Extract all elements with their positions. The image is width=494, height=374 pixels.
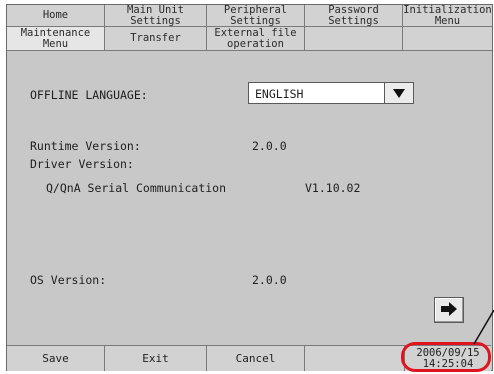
tab-password-settings[interactable]: Password Settings — [305, 3, 403, 27]
tab-password-settings-label: Password Settings — [328, 3, 379, 27]
tab-peripheral-settings-label: Peripheral Settings — [223, 3, 288, 27]
save-button-label: Save — [42, 352, 69, 365]
tab-main-unit-settings-label: Main Unit Settings — [127, 3, 184, 27]
os-version-label: OS Version: — [30, 273, 107, 287]
clock-time: 14:25:04 — [422, 357, 474, 370]
offline-language-label: OFFLINE LANGUAGE: — [30, 88, 148, 102]
save-button[interactable]: Save — [7, 345, 105, 371]
offline-language-select[interactable]: ENGLISH — [248, 82, 414, 104]
tab-empty-1 — [305, 27, 403, 51]
pointer-line — [473, 310, 494, 345]
offline-language-value: ENGLISH — [255, 87, 304, 101]
tab-initialization-menu[interactable]: Initialization Menu — [403, 3, 492, 27]
exit-button[interactable]: Exit — [105, 345, 207, 371]
driver-name: Q/QnA Serial Communication — [46, 181, 227, 195]
tab-external-file-operation[interactable]: External file operation — [207, 27, 305, 51]
tab-home[interactable]: Home — [7, 5, 105, 27]
tab-maintenance-menu[interactable]: Maintenance Menu — [7, 27, 105, 51]
bottom-empty-button — [305, 345, 405, 371]
tab-transfer-label: Transfer — [130, 32, 181, 44]
cancel-button[interactable]: Cancel — [207, 345, 305, 371]
clock-display: 2006/09/15 14:25:04 — [405, 345, 491, 371]
tab-main-unit-settings[interactable]: Main Unit Settings — [105, 3, 207, 27]
cancel-button-label: Cancel — [235, 352, 276, 365]
clock-date: 2006/09/15 — [416, 346, 480, 359]
runtime-version-label: Runtime Version: — [30, 139, 141, 153]
driver-version-value: V1.10.02 — [305, 181, 361, 195]
arrow-right-icon — [441, 301, 457, 320]
tab-peripheral-settings[interactable]: Peripheral Settings — [207, 3, 305, 27]
tab-empty-2 — [403, 27, 492, 51]
triangle-down-icon[interactable] — [384, 83, 413, 103]
next-page-button[interactable] — [434, 297, 464, 323]
runtime-version-value: 2.0.0 — [252, 139, 287, 153]
exit-button-label: Exit — [142, 352, 169, 365]
tab-initialization-menu-label: Initialization Menu — [403, 3, 492, 27]
tab-transfer[interactable]: Transfer — [105, 27, 207, 51]
tab-maintenance-menu-label: Maintenance Menu — [20, 26, 91, 50]
driver-version-label: Driver Version: — [30, 157, 134, 171]
os-version-value: 2.0.0 — [252, 273, 287, 287]
tab-home-label: Home — [42, 9, 69, 21]
tab-external-file-operation-label: External file operation — [214, 26, 297, 50]
